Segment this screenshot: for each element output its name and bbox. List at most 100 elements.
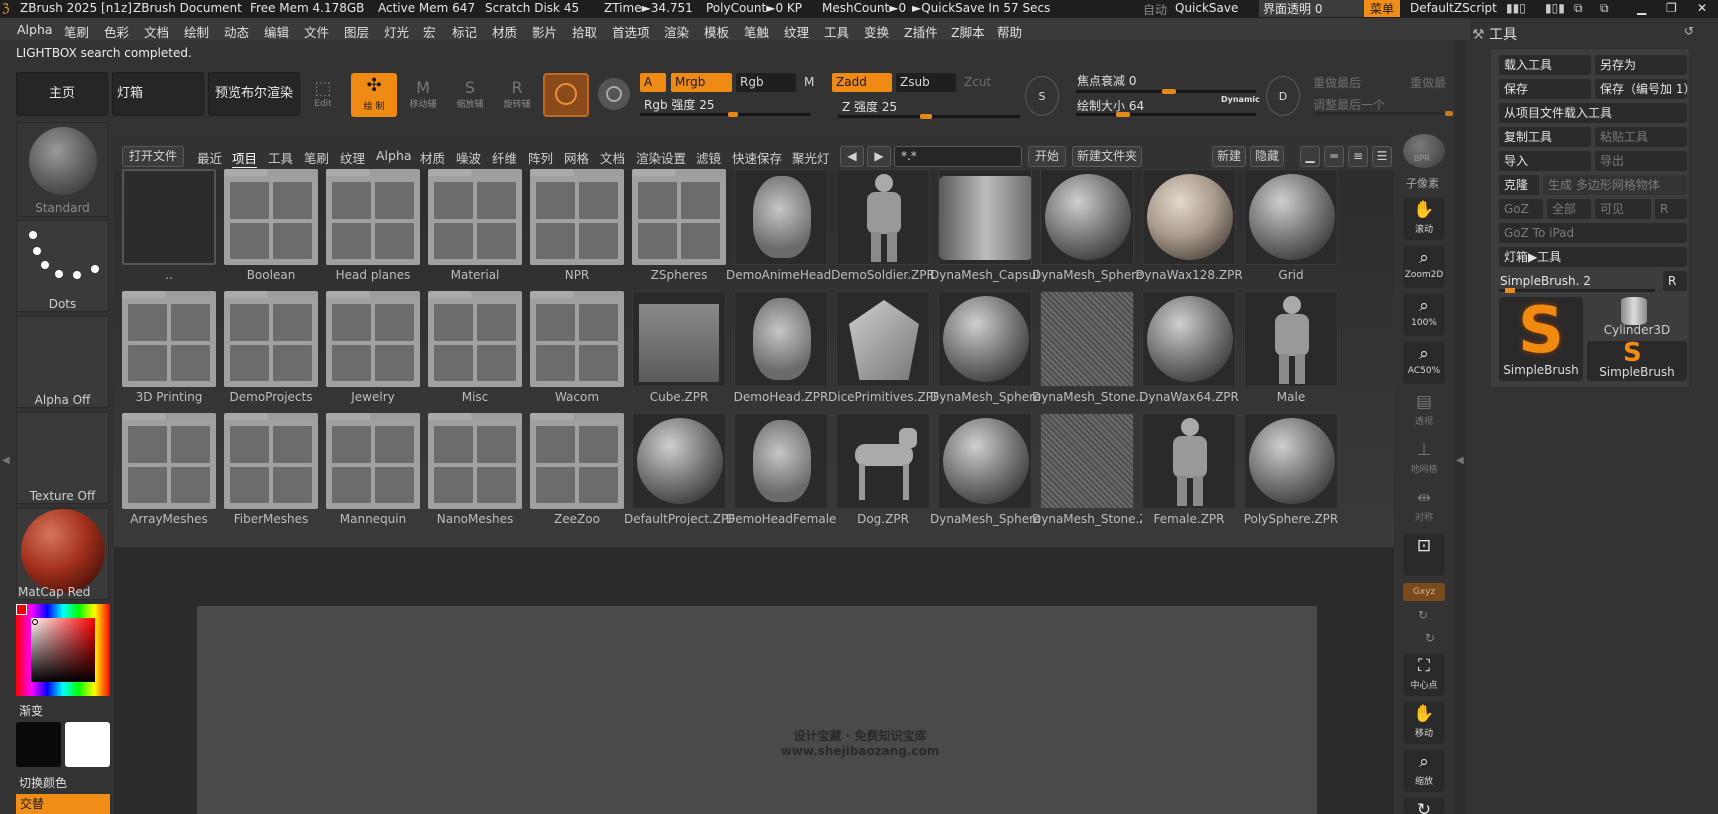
lightbox-item[interactable]: FiberMeshes: [216, 413, 318, 533]
list-view-icon[interactable]: ☰: [1372, 146, 1392, 167]
tool-r-button[interactable]: R: [1663, 271, 1687, 291]
new-folder-button[interactable]: 新建文件夹: [1072, 146, 1142, 167]
color-square[interactable]: [31, 618, 95, 682]
menu-draw[interactable]: 绘制: [184, 22, 209, 41]
import-button[interactable]: 导入: [1499, 151, 1591, 171]
window-layout-icon[interactable]: ⧉: [1574, 1, 1583, 16]
goz-visible-button[interactable]: 可见: [1595, 199, 1651, 219]
tab-brush[interactable]: 笔刷: [304, 148, 329, 167]
lock-button[interactable]: ⊡: [1403, 534, 1445, 576]
m-toggle[interactable]: M: [800, 73, 828, 92]
copy-tool-button[interactable]: 复制工具: [1499, 127, 1591, 147]
lightbox-item[interactable]: Material: [420, 169, 522, 289]
material-selector[interactable]: MatCap Red Wax: [16, 508, 109, 600]
lightbox-item[interactable]: Dog.ZPR: [828, 413, 930, 533]
lightbox-item[interactable]: ArrayMeshes: [114, 413, 216, 533]
tab-recent[interactable]: 最近: [197, 148, 222, 167]
menu-toggle-button[interactable]: 菜单: [1364, 0, 1400, 17]
menu-texture[interactable]: 纹理: [784, 22, 809, 41]
layout-icon[interactable]: ▮▮▯: [1506, 1, 1526, 15]
texture-selector[interactable]: Texture Off: [16, 412, 109, 504]
color-picker[interactable]: [16, 604, 110, 696]
lightbox-item[interactable]: Female.ZPR: [1134, 413, 1236, 533]
lightbox-item[interactable]: DynaMesh_Stone.ZPR: [1032, 291, 1142, 411]
lightbox-item[interactable]: NPR: [522, 169, 624, 289]
lightbox-item[interactable]: DemoHead.ZPR: [726, 291, 828, 411]
lightbox-item[interactable]: DynaMesh_Sphere.ZPR: [930, 291, 1040, 411]
current-tool-slider[interactable]: SimpleBrush. 2: [1499, 271, 1659, 293]
stroke-selector[interactable]: Dots: [16, 220, 109, 312]
tab-tool[interactable]: 工具: [268, 148, 293, 167]
tab-fibers[interactable]: 纤维: [492, 148, 517, 167]
ui-transparency-slider[interactable]: 界面透明 0: [1259, 0, 1379, 17]
save-button[interactable]: 保存: [1499, 79, 1591, 99]
lightbox-item[interactable]: PolySphere.ZPR: [1236, 413, 1338, 533]
large-view-icon[interactable]: ≡: [1348, 146, 1368, 167]
menu-zscript[interactable]: Z脚本: [951, 22, 985, 41]
alternate-button[interactable]: 交替: [16, 794, 110, 814]
collapse-arrow-icon[interactable]: ◀: [1456, 455, 1464, 466]
lightbox-item[interactable]: DynaMesh_Capsule.ZPR: [930, 169, 1040, 289]
menu-render[interactable]: 渲染: [664, 22, 689, 41]
open-file-button[interactable]: 打开文件: [122, 146, 184, 167]
load-tool-button[interactable]: 载入工具: [1499, 55, 1591, 75]
start-button[interactable]: 开始: [1028, 146, 1066, 167]
menu-zplugin[interactable]: Z插件: [904, 22, 938, 41]
z-intensity-slider[interactable]: [838, 114, 1020, 119]
xyz-toggle[interactable]: Gxyz: [1403, 583, 1445, 601]
frame-center-button[interactable]: ⛶ 中心点: [1403, 654, 1445, 696]
tab-texture[interactable]: 纹理: [340, 148, 365, 167]
ac50-button[interactable]: ⌕ AC50%: [1403, 342, 1445, 384]
small-view-icon[interactable]: ▁: [1300, 146, 1320, 167]
draw-size-slider[interactable]: [1076, 112, 1256, 117]
lazy-mouse-s-button[interactable]: S: [1025, 76, 1059, 116]
menu-color[interactable]: 色彩: [104, 22, 129, 41]
lazy-mouse-d-button[interactable]: D: [1266, 76, 1300, 116]
save-increment-button[interactable]: 保存（编号加 1）: [1595, 79, 1695, 99]
preview-boolean-render-button[interactable]: 预览布尔渲染: [208, 72, 300, 116]
focal-shift-slider[interactable]: [1076, 89, 1256, 94]
default-zscript-button[interactable]: DefaultZScript: [1410, 1, 1497, 15]
tab-alpha[interactable]: Alpha: [376, 148, 412, 163]
lightbox-item[interactable]: DynaWax128.ZPR: [1134, 169, 1243, 289]
zsub-toggle[interactable]: Zsub: [896, 73, 956, 92]
close-icon[interactable]: ✕: [1697, 1, 1707, 15]
redo-last-button[interactable]: 重做最后: [1313, 74, 1361, 91]
switch-color-button[interactable]: 切换颜色: [19, 774, 67, 791]
secondary-color-swatch[interactable]: [65, 722, 110, 767]
scroll-button[interactable]: ✋ 滚动: [1403, 198, 1445, 240]
menu-tool[interactable]: 工具: [824, 22, 849, 41]
lightbox-item[interactable]: DynaMesh_Sphere.ZPR: [930, 413, 1040, 533]
menu-layer[interactable]: 图层: [344, 22, 369, 41]
lightbox-item[interactable]: Cube.ZPR: [624, 291, 726, 411]
export-button[interactable]: 导出: [1595, 151, 1687, 171]
lightbox-button[interactable]: 灯箱: [112, 72, 204, 116]
lightbox-item[interactable]: DynaMesh_Stone.ZPR: [1032, 413, 1142, 533]
rotate-icon[interactable]: ↻: [1418, 608, 1428, 622]
main-color-swatch[interactable]: [16, 722, 61, 767]
home-button[interactable]: 主页: [16, 72, 108, 116]
lightbox-item[interactable]: Boolean: [216, 169, 318, 289]
hide-button[interactable]: 隐藏: [1250, 146, 1284, 167]
lightbox-item[interactable]: DicePrimitives.ZPR: [828, 291, 938, 411]
menu-alpha[interactable]: Alpha: [17, 22, 53, 37]
adjust-last-slider[interactable]: [1313, 111, 1453, 116]
menu-document[interactable]: 文档: [144, 22, 169, 41]
zadd-toggle[interactable]: Zadd: [832, 73, 892, 92]
rotate-view-button[interactable]: ↻: [1403, 798, 1445, 814]
lightbox-item[interactable]: ZeeZoo: [522, 413, 624, 533]
scale-button[interactable]: ⌕ 缩放: [1403, 750, 1445, 792]
menu-file[interactable]: 文件: [304, 22, 329, 41]
zoom2d-button[interactable]: ⌕ Zoom2D: [1403, 246, 1445, 288]
zoom-100-button[interactable]: ⌕ 100%: [1403, 294, 1445, 336]
menu-stencil[interactable]: 模板: [704, 22, 729, 41]
menu-dynamics[interactable]: 动态: [224, 22, 249, 41]
alpha-selector[interactable]: Alpha Off: [16, 316, 109, 408]
menu-marker[interactable]: 标记: [452, 22, 477, 41]
tab-quicksave[interactable]: 快速保存: [732, 148, 782, 167]
tab-grid[interactable]: 网格: [564, 148, 589, 167]
goz-r-button[interactable]: R: [1655, 199, 1687, 219]
lightbox-item[interactable]: Wacom: [522, 291, 624, 411]
dynamic-toggle[interactable]: Dynamic: [1221, 95, 1260, 104]
lightbox-item[interactable]: Misc: [420, 291, 522, 411]
